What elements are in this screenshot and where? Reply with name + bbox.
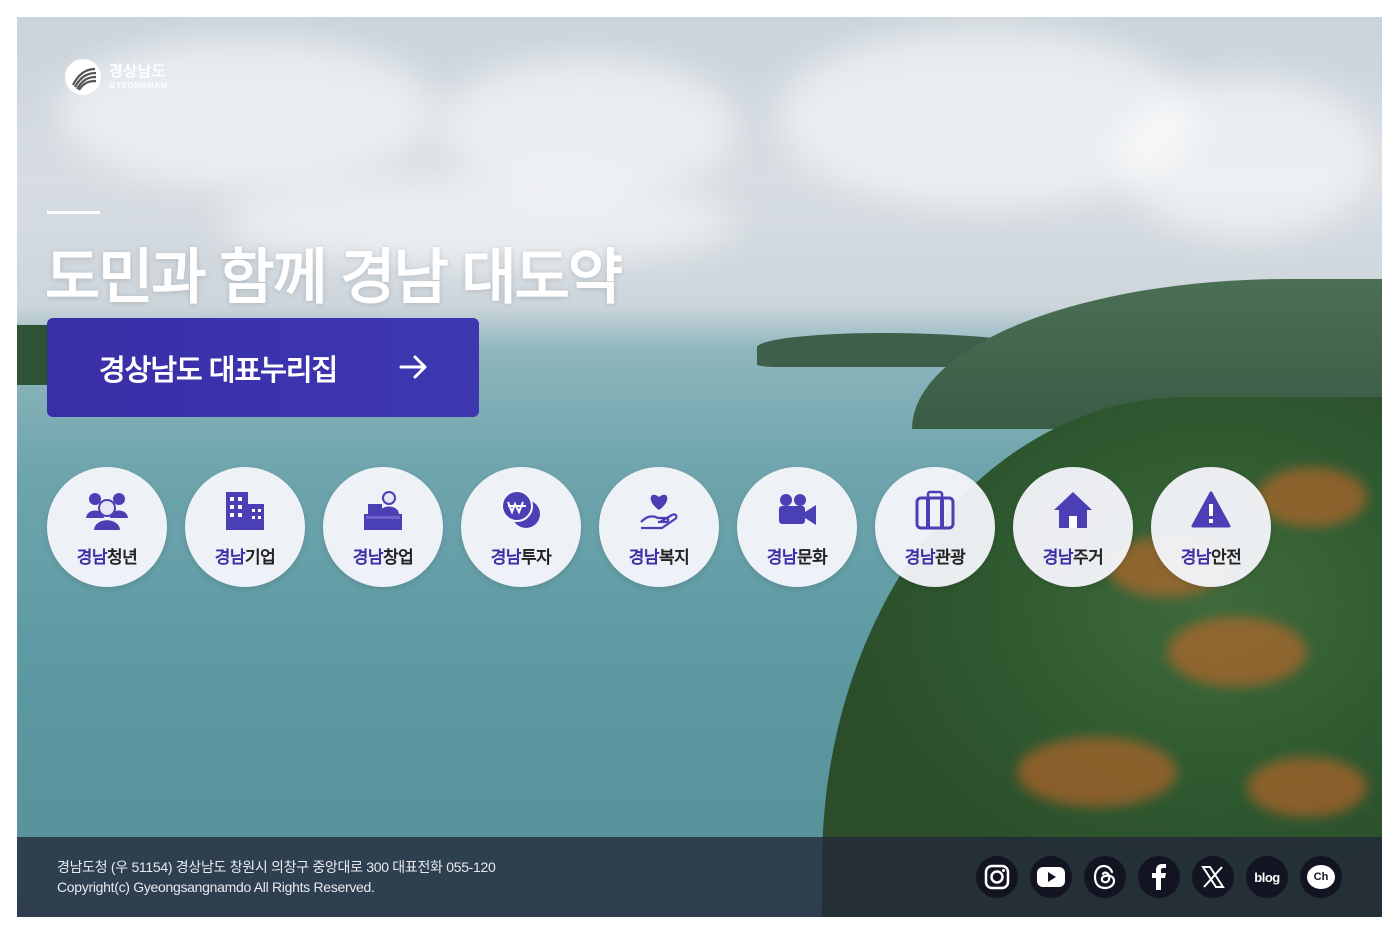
menu-startup[interactable]: 경남창업 (323, 467, 443, 587)
menu-label-prefix: 경남 (628, 548, 660, 567)
menu-label: 창업 (383, 548, 414, 567)
menu-welfare[interactable]: 경남복지 (599, 467, 719, 587)
autumn-foliage (1167, 617, 1307, 687)
menu-label: 기업 (245, 548, 276, 567)
hero-section: 경상남도 GYEONGNAM 도민과 함께 경남 대도약 경상남도 대표누리집 … (17, 17, 1382, 917)
menu-label-prefix: 경남 (904, 548, 936, 567)
menu-culture[interactable]: 경남문화 (737, 467, 857, 587)
menu-label: 문화 (797, 548, 828, 567)
video-camera-icon (776, 489, 818, 531)
threads-icon[interactable] (1084, 856, 1126, 898)
footer-copyright: Copyright(c) Gyeongsangnamdo All Rights … (57, 879, 375, 895)
house-icon (1052, 489, 1094, 531)
menu-label-prefix: 경남 (490, 548, 522, 567)
menu-label-prefix: 경남 (214, 548, 246, 567)
instagram-icon[interactable] (976, 856, 1018, 898)
quick-menu: 경남청년 경남기업 경남창업 경남투자 경남복지 경남문화 경남관광 경남주거 … (47, 467, 1271, 587)
won-coin-icon (500, 489, 542, 531)
cloud (1117, 77, 1377, 237)
menu-youth[interactable]: 경남청년 (47, 467, 167, 587)
suitcase-icon (914, 489, 956, 531)
menu-label: 복지 (659, 548, 690, 567)
blog-icon-label: blog (1254, 869, 1280, 885)
menu-housing[interactable]: 경남주거 (1013, 467, 1133, 587)
autumn-foliage (1017, 737, 1177, 807)
menu-label-prefix: 경남 (766, 548, 798, 567)
logo-name-english: GYEONGNAM (109, 81, 168, 90)
blog-icon[interactable]: blog (1246, 856, 1288, 898)
logo-name-korean: 경상남도 (109, 63, 167, 80)
arrow-right-icon (399, 354, 429, 385)
site-footer: 경남도청 (우 51154) 경상남도 창원시 의창구 중앙대로 300 대표전… (17, 837, 1382, 917)
autumn-foliage (1257, 467, 1367, 527)
social-links: blog Ch (976, 856, 1342, 898)
menu-safety[interactable]: 경남안전 (1151, 467, 1271, 587)
main-portal-button-label: 경상남도 대표누리집 (99, 354, 338, 387)
menu-label: 투자 (521, 548, 552, 567)
menu-label: 주거 (1073, 548, 1104, 567)
headline-accent-line (47, 211, 100, 214)
startup-desk-icon (362, 489, 404, 531)
autumn-foliage (1247, 757, 1367, 817)
warning-icon (1190, 489, 1232, 531)
youth-people-icon (86, 489, 128, 531)
building-icon (224, 489, 266, 531)
menu-investment[interactable]: 경남투자 (461, 467, 581, 587)
x-icon[interactable] (1192, 856, 1234, 898)
kakao-channel-icon-label: Ch (1307, 865, 1335, 889)
cloud (437, 57, 737, 197)
gyeongnam-logo-icon (65, 59, 101, 95)
kakao-channel-icon[interactable]: Ch (1300, 856, 1342, 898)
menu-label-prefix: 경남 (1042, 548, 1074, 567)
footer-address: 경남도청 (우 51154) 경상남도 창원시 의창구 중앙대로 300 대표전… (57, 859, 496, 875)
menu-label: 관광 (935, 548, 966, 567)
hero-headline: 도민과 함께 경남 대도약 (45, 244, 623, 311)
facebook-icon[interactable] (1138, 856, 1180, 898)
main-portal-button[interactable]: 경상남도 대표누리집 (47, 318, 479, 417)
menu-label: 안전 (1211, 548, 1242, 567)
menu-label-prefix: 경남 (1180, 548, 1212, 567)
heart-hand-icon (638, 489, 680, 531)
menu-business[interactable]: 경남기업 (185, 467, 305, 587)
menu-tourism[interactable]: 경남관광 (875, 467, 995, 587)
menu-label: 청년 (107, 548, 138, 567)
menu-label-prefix: 경남 (76, 548, 108, 567)
site-logo[interactable]: 경상남도 GYEONGNAM (65, 59, 168, 95)
youtube-icon[interactable] (1030, 856, 1072, 898)
menu-label-prefix: 경남 (352, 548, 384, 567)
